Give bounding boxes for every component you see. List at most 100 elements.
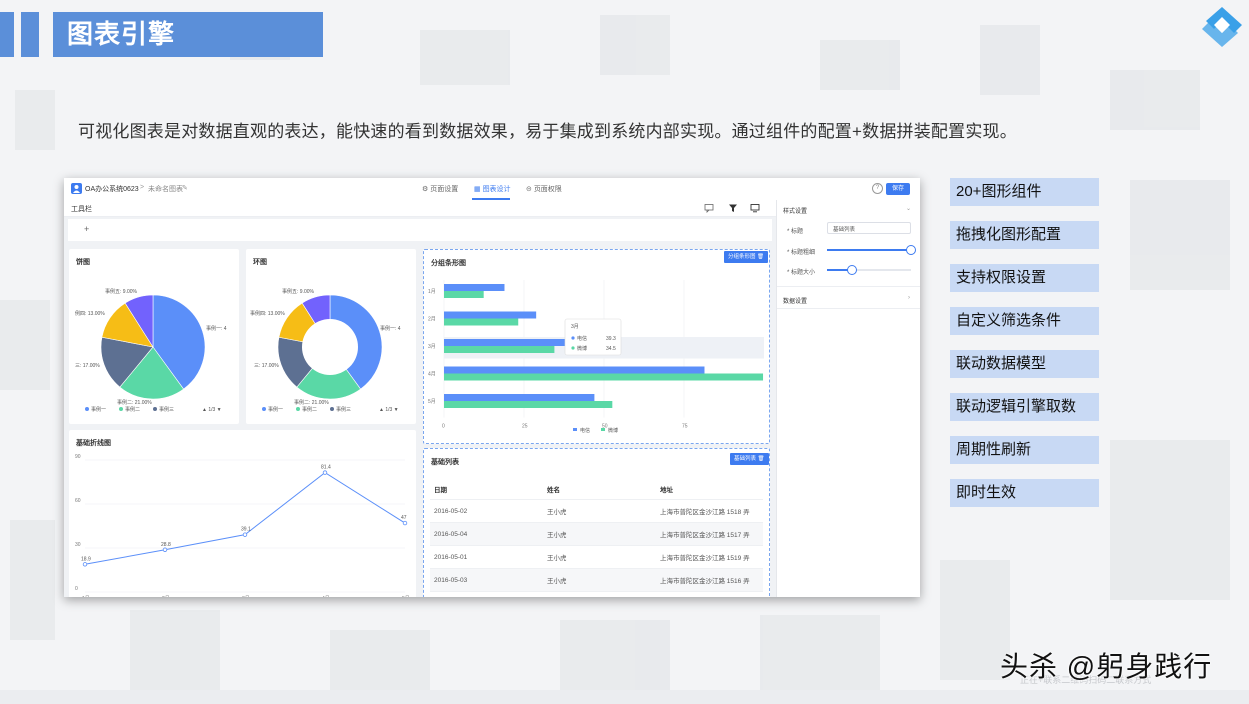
title-size-slider-handle[interactable] <box>847 265 858 275</box>
basic-list-table: 日期 姓名 地址 2016-05-02 王小虎 上海市普陀区金沙江路 1518 弄 … <box>430 479 763 592</box>
bar-2-4[interactable] <box>444 373 764 381</box>
tooltip-row-2-value: 34.5 <box>606 346 616 352</box>
gear-icon: ⚙ <box>422 186 431 193</box>
bar-2-5[interactable] <box>444 401 613 408</box>
donut-legend-pager[interactable]: ▲ 1/3 ▼ <box>379 407 399 413</box>
breadcrumb-separator: > <box>140 184 145 191</box>
feature-item: 支持权限设置 <box>950 264 1099 292</box>
table-cell: 2016-05-03 <box>430 568 543 592</box>
divider <box>777 286 920 287</box>
save-button[interactable]: 保存 <box>886 183 910 195</box>
feature-item: 联动数据模型 <box>950 350 1099 378</box>
line-point-label-1: 18.9 <box>81 556 91 562</box>
donut-label-4: 事例四: 13.00% <box>250 310 285 317</box>
donut-label-2: 事例二: 21.00% <box>294 399 329 406</box>
tooltip-title: 3月 <box>571 324 579 330</box>
table-cell: 上海市普陀区金沙江路 1519 弄 <box>656 545 763 569</box>
table-row[interactable]: 2016-05-04 王小虎 上海市普陀区金沙江路 1517 弄 <box>430 522 763 546</box>
data-settings-header[interactable]: 数据设置 <box>783 296 807 305</box>
donut-chart: 事例一: 4 事例五: 9.00% 事例四: 13.00% 三: 17.00% … <box>250 288 401 413</box>
bar-1-2[interactable] <box>444 311 537 319</box>
line-x-tick-label: 3月 <box>242 596 250 597</box>
table-cell: 上海市普陀区金沙江路 1516 弄 <box>656 568 763 592</box>
bar-y-tick-label: 5月 <box>428 399 436 405</box>
pie-chart-panel[interactable]: 饼图 事例一: 4 事例五: 9.00% 例四: 13.00% 三: 17.00… <box>69 249 239 424</box>
lock-icon: ⊝ <box>526 186 534 193</box>
chevron-right-icon[interactable]: › <box>908 295 910 301</box>
style-settings-header[interactable]: 样式设置 <box>783 206 807 215</box>
line-x-tick-label: 1月 <box>82 596 90 597</box>
pie-legend-3: 事例三 <box>159 406 174 413</box>
table-row[interactable]: 2016-05-03 王小虎 上海市普陀区金沙江路 1516 弄 <box>430 568 763 592</box>
tab-page-settings[interactable]: ⚙ 页面设置 <box>422 184 458 194</box>
bar-1-4[interactable] <box>444 366 705 374</box>
table-header-name: 姓名 <box>543 479 656 500</box>
pie-label-4: 例四: 13.00% <box>75 310 105 317</box>
bar-legend-2: 微博 <box>608 427 618 434</box>
line-point-2[interactable] <box>162 547 168 552</box>
bar-tooltip: 3月 电信 39.3 微博 34.5 <box>564 318 622 356</box>
add-icon[interactable]: + <box>84 224 89 234</box>
pie-legend-1: 事例一 <box>91 406 106 413</box>
title-input[interactable]: 基础列表 <box>827 222 911 234</box>
table-row[interactable]: 2016-05-02 王小虎 上海市普陀区金沙江路 1518 弄 <box>430 499 763 523</box>
settings-sidebar: 样式设置 ⌄ * 标题 基础列表 * 标题粗细 * 标题大小 数据设置 › <box>776 200 920 597</box>
table-cell: 王小虎 <box>543 522 656 546</box>
bar-x-tick-label: 25 <box>522 424 528 430</box>
breadcrumb-app[interactable]: OA办公系统0623 <box>85 184 139 194</box>
line-point-label-3: 39.1 <box>241 527 251 533</box>
tab-chart-design[interactable]: ▦ 图表设计 <box>474 184 511 194</box>
pie-chart: 事例一: 4 事例五: 9.00% 例四: 13.00% 三: 17.00% 事… <box>75 288 227 413</box>
bar-x-tick-label: 0 <box>442 424 445 430</box>
bar-1-3[interactable] <box>444 339 570 346</box>
add-component-row: + <box>68 219 772 241</box>
pie-label-3: 三: 17.00% <box>75 363 100 369</box>
line-chart-panel[interactable]: 基础折线图 0 30 60 90 18.9 28.8 39.1 81.4 47 1月 2月 3月 4… <box>69 430 416 597</box>
line-point-5[interactable] <box>402 520 408 526</box>
basic-list-panel[interactable]: 基础列表 基础列表 🗑 日期 姓名 地址 2016-05-02 王小虎 上海市普陀区… <box>423 448 770 597</box>
toolbar-label: 工具栏 <box>71 206 92 213</box>
table-cell: 2016-05-04 <box>430 522 543 546</box>
donut-label-3: 三: 17.00% <box>254 363 279 369</box>
app-avatar-icon <box>71 183 82 194</box>
edit-icon[interactable]: ✎ <box>182 184 188 192</box>
preview-icon[interactable] <box>750 203 760 213</box>
comment-icon[interactable] <box>704 203 714 213</box>
line-point-4[interactable] <box>322 470 328 475</box>
bar-legend-swatch-2 <box>601 428 605 431</box>
line-point-3[interactable] <box>242 532 248 537</box>
table-cell: 上海市普陀区金沙江路 1517 弄 <box>656 522 763 546</box>
title-weight-slider-handle[interactable] <box>906 245 916 255</box>
tooltip-row-2-name: 微博 <box>577 345 587 352</box>
tab-page-permissions[interactable]: ⊝ 页面权限 <box>526 184 562 194</box>
table-cell: 上海市普陀区金沙江路 1518 弄 <box>656 499 763 523</box>
title-weight-slider-fill <box>827 249 911 251</box>
pie-legend-pager[interactable]: ▲ 1/3 ▼ <box>202 407 222 413</box>
line-x-tick-label: 2月 <box>162 596 170 597</box>
donut-legend-2: 事例二 <box>302 406 317 413</box>
donut-hole <box>302 319 358 375</box>
line-point-1[interactable] <box>82 562 88 567</box>
bar-2-2[interactable] <box>444 318 519 326</box>
filter-icon[interactable] <box>728 203 738 213</box>
donut-chart-panel[interactable]: 环图 事例一: 4 事例五: 9.00% 事例四: 13.00% 三: 17.0… <box>246 249 416 424</box>
bar-1-1[interactable] <box>444 284 505 291</box>
title-weight-label: * 标题粗细 <box>787 250 816 256</box>
grouped-bar-panel[interactable]: 分组条形图 分组条形图 🗑 1月 2月 3月 4月 5月 0 25 50 75 3月 电信 3… <box>423 249 770 444</box>
feature-item: 周期性刷新 <box>950 436 1099 464</box>
help-icon[interactable]: ? <box>872 183 883 194</box>
chevron-down-icon[interactable]: ⌄ <box>906 205 911 212</box>
trash-icon[interactable]: 🗑 <box>758 456 765 462</box>
table-cell: 2016-05-02 <box>430 499 543 523</box>
legend-dot-2 <box>119 407 123 411</box>
feature-item: 联动逻辑引擎取数 <box>950 393 1099 421</box>
basic-list-button[interactable]: 基础列表 🗑 <box>730 453 769 465</box>
table-row[interactable]: 2016-05-01 王小虎 上海市普陀区金沙江路 1519 弄 <box>430 545 763 569</box>
table-cell: 王小虎 <box>543 545 656 569</box>
toolbar-row: 工具栏 <box>64 200 776 217</box>
bar-1-5[interactable] <box>444 394 595 401</box>
breadcrumb-page: 未命名图表 <box>148 186 183 193</box>
bar-2-3[interactable] <box>444 346 555 353</box>
bar-2-1[interactable] <box>444 291 484 298</box>
table-cell: 王小虎 <box>543 499 656 523</box>
